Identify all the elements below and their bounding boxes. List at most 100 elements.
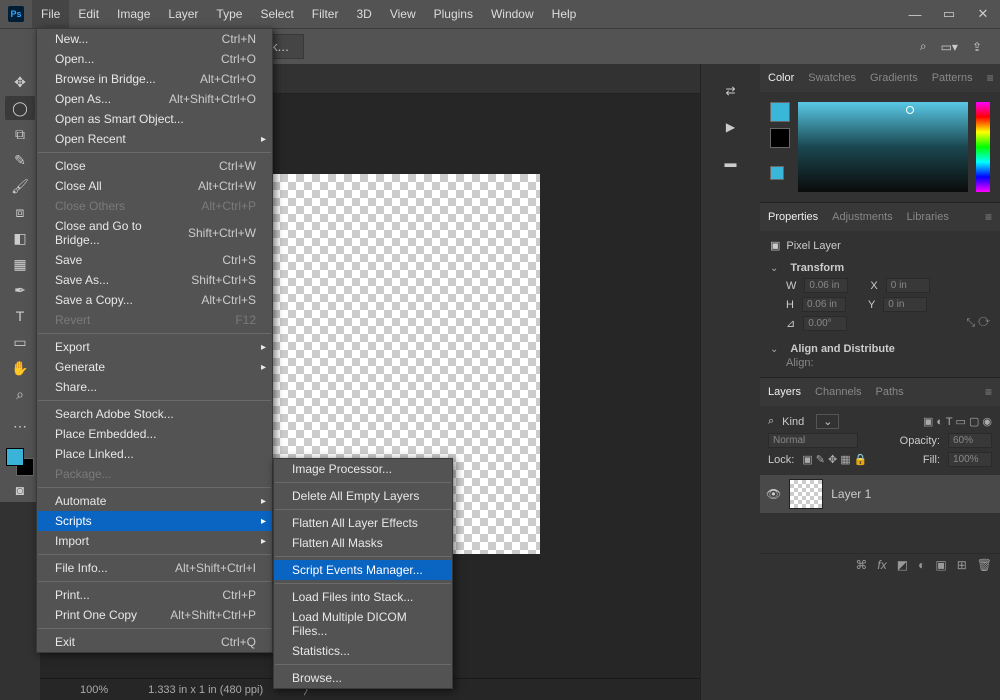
tab-patterns[interactable]: Patterns bbox=[932, 72, 973, 84]
color-swatch[interactable] bbox=[6, 448, 34, 476]
layer-row[interactable]: 👁 Layer 1 bbox=[760, 475, 1000, 513]
bg-swatch[interactable] bbox=[770, 128, 790, 148]
visibility-icon[interactable]: 👁 bbox=[766, 487, 781, 501]
menu-type[interactable]: Type bbox=[207, 0, 251, 28]
tab-properties[interactable]: Properties bbox=[768, 211, 818, 223]
tab-libraries[interactable]: Libraries bbox=[907, 211, 949, 223]
menu-item[interactable]: Scripts bbox=[37, 511, 272, 531]
menu-item[interactable]: Script Events Manager... bbox=[274, 560, 452, 580]
tab-gradients[interactable]: Gradients bbox=[870, 72, 918, 84]
menu-image[interactable]: Image bbox=[108, 0, 159, 28]
group-icon[interactable]: ▣ bbox=[935, 558, 946, 572]
width-field[interactable] bbox=[804, 278, 848, 293]
move-tool[interactable]: ✥ bbox=[5, 70, 35, 94]
tab-adjustments[interactable]: Adjustments bbox=[832, 211, 893, 223]
blend-mode[interactable]: Normal bbox=[768, 433, 858, 448]
pen-tool[interactable]: ✒ bbox=[5, 278, 35, 302]
zoom-tool[interactable]: ⌕ bbox=[5, 382, 35, 406]
menu-view[interactable]: View bbox=[381, 0, 425, 28]
eraser-tool[interactable]: ◧ bbox=[5, 226, 35, 250]
panel-menu-icon[interactable]: ≡ bbox=[985, 210, 992, 224]
menu-filter[interactable]: Filter bbox=[303, 0, 348, 28]
menu-item[interactable]: Load Multiple DICOM Files... bbox=[274, 607, 452, 641]
adjust-icon[interactable]: ◐ bbox=[918, 558, 925, 572]
menu-3d[interactable]: 3D bbox=[347, 0, 380, 28]
rail-icon[interactable]: ▶ bbox=[726, 120, 735, 134]
y-field[interactable] bbox=[883, 297, 927, 312]
menu-item[interactable]: Browse... bbox=[274, 668, 452, 688]
mask-icon[interactable]: ◩ bbox=[897, 558, 908, 572]
link-icon[interactable]: ⌘ bbox=[855, 558, 867, 572]
layer-name[interactable]: Layer 1 bbox=[831, 487, 871, 501]
menu-item[interactable]: Open...Ctrl+O bbox=[37, 49, 272, 69]
share-icon[interactable]: ⇪ bbox=[972, 40, 982, 54]
menu-window[interactable]: Window bbox=[482, 0, 543, 28]
new-layer-icon[interactable]: ⊞ bbox=[957, 558, 967, 572]
tab-channels[interactable]: Channels bbox=[815, 386, 861, 398]
fill-field[interactable]: 100% bbox=[948, 452, 992, 467]
menu-item[interactable]: Close AllAlt+Ctrl+W bbox=[37, 176, 272, 196]
opacity-field[interactable]: 60% bbox=[948, 433, 992, 448]
menu-item[interactable]: Open Recent bbox=[37, 129, 272, 149]
brush-tool[interactable]: 🖌 bbox=[5, 174, 35, 198]
minimize-icon[interactable]: — bbox=[898, 0, 932, 28]
gradient-tool[interactable]: ▦ bbox=[5, 252, 35, 276]
menu-item[interactable]: Close and Go to Bridge...Shift+Ctrl+W bbox=[37, 216, 272, 250]
type-tool[interactable]: T bbox=[5, 304, 35, 328]
search-icon[interactable]: ⌕ bbox=[920, 39, 927, 54]
menu-item[interactable]: Flatten All Masks bbox=[274, 533, 452, 553]
menu-item[interactable]: Image Processor... bbox=[274, 459, 452, 479]
menu-item[interactable]: Generate bbox=[37, 357, 272, 377]
eyedropper-tool[interactable]: ✎ bbox=[5, 148, 35, 172]
edit-toolbar[interactable]: ⋯ bbox=[5, 414, 35, 438]
menu-item[interactable]: Open as Smart Object... bbox=[37, 109, 272, 129]
menu-select[interactable]: Select bbox=[251, 0, 302, 28]
menu-item[interactable]: Automate bbox=[37, 491, 272, 511]
doc-info[interactable]: 1.333 in x 1 in (480 ppi) bbox=[148, 684, 263, 696]
hand-tool[interactable]: ✋ bbox=[5, 356, 35, 380]
panel-menu-icon[interactable]: ≡ bbox=[987, 71, 994, 85]
menu-item[interactable]: Save As...Shift+Ctrl+S bbox=[37, 270, 272, 290]
close-icon[interactable]: ✕ bbox=[966, 0, 1000, 28]
hue-slider[interactable] bbox=[976, 102, 990, 192]
angle-field[interactable] bbox=[803, 316, 847, 331]
menu-item[interactable]: Share... bbox=[37, 377, 272, 397]
tab-swatches[interactable]: Swatches bbox=[808, 72, 856, 84]
menu-item[interactable]: Place Linked... bbox=[37, 444, 272, 464]
menu-item[interactable]: Search Adobe Stock... bbox=[37, 404, 272, 424]
menu-item[interactable]: File Info...Alt+Shift+Ctrl+I bbox=[37, 558, 272, 578]
tab-color[interactable]: Color bbox=[768, 72, 794, 84]
menu-item[interactable]: Statistics... bbox=[274, 641, 452, 661]
tab-paths[interactable]: Paths bbox=[876, 386, 904, 398]
height-field[interactable] bbox=[802, 297, 846, 312]
menu-file[interactable]: File bbox=[32, 0, 69, 28]
menu-item[interactable]: Print...Ctrl+P bbox=[37, 585, 272, 605]
menu-item[interactable]: Flatten All Layer Effects bbox=[274, 513, 452, 533]
quickmask-tool[interactable]: ◙ bbox=[5, 478, 35, 502]
menu-plugins[interactable]: Plugins bbox=[425, 0, 482, 28]
menu-item[interactable]: Export bbox=[37, 337, 272, 357]
x-field[interactable] bbox=[886, 278, 930, 293]
color-field[interactable] bbox=[798, 102, 968, 192]
menu-item[interactable]: Place Embedded... bbox=[37, 424, 272, 444]
menu-item[interactable]: Open As...Alt+Shift+Ctrl+O bbox=[37, 89, 272, 109]
menu-item[interactable]: Delete All Empty Layers bbox=[274, 486, 452, 506]
transform-section[interactable]: Transform bbox=[790, 262, 844, 274]
rail-icon[interactable]: ▬ bbox=[725, 156, 737, 170]
menu-item[interactable]: Browse in Bridge...Alt+Ctrl+O bbox=[37, 69, 272, 89]
menu-item[interactable]: SaveCtrl+S bbox=[37, 250, 272, 270]
zoom-level[interactable]: 100% bbox=[80, 684, 108, 696]
fg-swatch[interactable] bbox=[770, 102, 790, 122]
rail-icon[interactable]: ⇄ bbox=[725, 84, 735, 98]
shape-tool[interactable]: ▭ bbox=[5, 330, 35, 354]
maximize-icon[interactable]: ▭ bbox=[932, 0, 966, 28]
menu-item[interactable]: New...Ctrl+N bbox=[37, 29, 272, 49]
menu-edit[interactable]: Edit bbox=[69, 0, 108, 28]
workspace-icon[interactable]: ▭▾ bbox=[941, 40, 958, 54]
fx-icon[interactable]: fx bbox=[877, 558, 886, 572]
clone-tool[interactable]: ⧈ bbox=[5, 200, 35, 224]
tab-layers[interactable]: Layers bbox=[768, 386, 801, 398]
layer-thumb[interactable] bbox=[789, 479, 823, 509]
menu-item[interactable]: Print One CopyAlt+Shift+Ctrl+P bbox=[37, 605, 272, 625]
menu-item[interactable]: CloseCtrl+W bbox=[37, 156, 272, 176]
